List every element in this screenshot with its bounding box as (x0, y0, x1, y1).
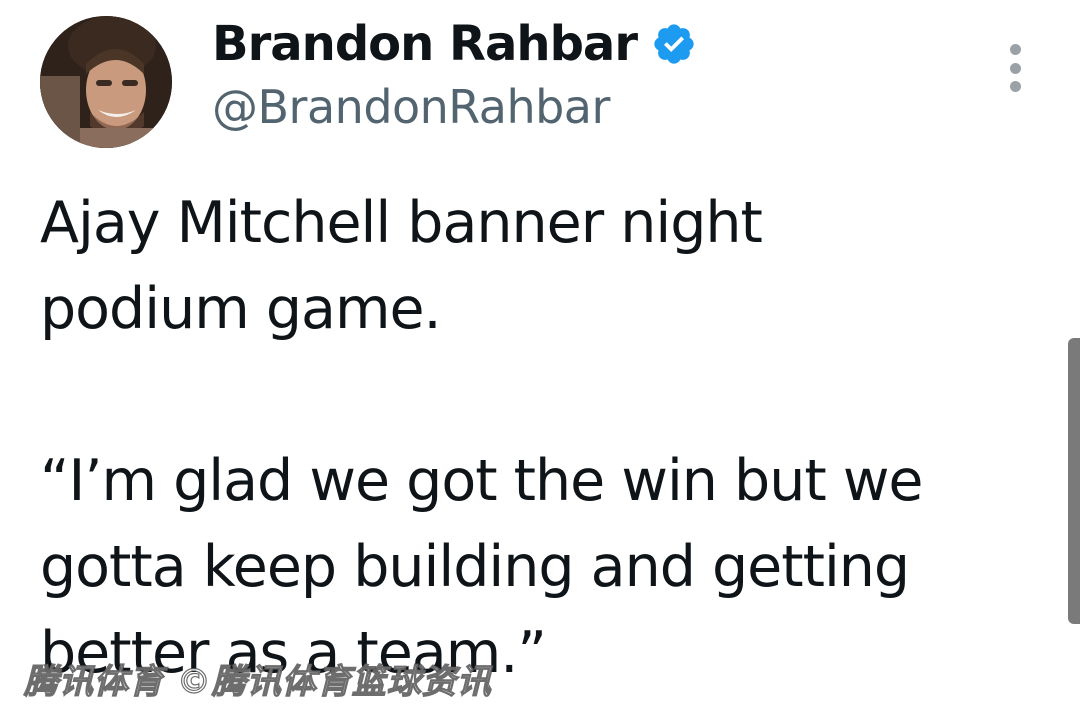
more-dot (1009, 81, 1021, 92)
tweet-text: Ajay Mitchell banner night podium game. … (40, 180, 1040, 696)
tweet-line: podium game. (40, 276, 442, 342)
more-options-button[interactable] (998, 44, 1032, 92)
scrollbar[interactable] (1068, 338, 1080, 624)
more-dot (1009, 62, 1021, 74)
tweet-line: gotta keep building and getting (40, 534, 910, 600)
verified-badge-icon (654, 24, 694, 64)
avatar-portrait (40, 16, 172, 148)
more-vertical-icon (1009, 44, 1021, 55)
author-handle[interactable]: @BrandonRahbar (212, 80, 610, 134)
author-name-row: Brandon Rahbar (212, 14, 697, 74)
author-display-name[interactable]: Brandon Rahbar (212, 16, 638, 72)
tweet-line: Ajay Mitchell banner night (40, 190, 763, 256)
tweet-line: “I’m glad we got the win but we (40, 448, 924, 514)
author-avatar[interactable] (40, 16, 172, 148)
watermark: 腾讯体育 ©腾讯体育篮球资讯 (23, 661, 492, 702)
